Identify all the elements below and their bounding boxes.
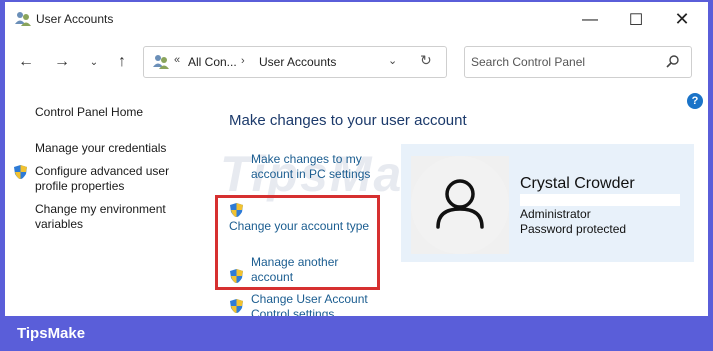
avatar: [411, 156, 509, 254]
window-title: User Accounts: [36, 12, 114, 26]
user-card: Crystal Crowder Administrator Password p…: [401, 144, 694, 262]
search-box[interactable]: Search Control Panel: [464, 46, 692, 78]
title-bar: User Accounts — ☐ ✕: [5, 2, 708, 37]
manage-credentials-link[interactable]: Manage your credentials: [35, 141, 166, 156]
user-name: Crystal Crowder: [520, 175, 635, 192]
highlight-annotation: [215, 195, 380, 290]
navigation-bar: ← → ⌄ ↑ « All Con... › User Accounts ⌄ ↻…: [5, 37, 708, 87]
address-dropdown-icon[interactable]: ⌄: [388, 54, 397, 67]
uac-settings-link[interactable]: Change User Account Control settings: [251, 292, 381, 316]
maximize-button[interactable]: ☐: [613, 2, 659, 37]
user-status: Password protected: [520, 222, 627, 236]
page-title: Make changes to your user account: [229, 112, 467, 129]
search-input[interactable]: Search Control Panel: [471, 55, 585, 69]
breadcrumb-user-accounts[interactable]: User Accounts: [259, 55, 336, 69]
forward-button[interactable]: →: [49, 51, 75, 73]
help-icon[interactable]: ?: [687, 93, 703, 109]
minimize-button[interactable]: —: [567, 2, 613, 37]
control-panel-window: User Accounts — ☐ ✕ ← → ⌄ ↑ « All Con...…: [5, 2, 708, 316]
refresh-icon[interactable]: ↻: [420, 52, 432, 69]
uac-shield-icon: [230, 299, 243, 313]
search-icon[interactable]: [665, 54, 681, 70]
breadcrumb-separator-icon[interactable]: ›: [241, 55, 245, 67]
uac-shield-icon: [14, 165, 27, 179]
pc-settings-link[interactable]: Make changes to my account in PC setting…: [251, 152, 381, 182]
footer-banner: TipsMake: [0, 316, 713, 351]
up-button[interactable]: ↑: [109, 51, 135, 73]
user-accounts-icon: [15, 12, 31, 26]
footer-brand: TipsMake: [17, 325, 86, 342]
change-environment-variables-link[interactable]: Change my environment variables: [35, 202, 185, 232]
overflow-chevron-icon[interactable]: «: [174, 54, 180, 66]
user-silhouette-icon: [411, 156, 509, 254]
address-bar[interactable]: « All Con... › User Accounts ⌄ ↻: [143, 46, 447, 78]
name-underline: [520, 194, 680, 206]
breadcrumb-all-control-panel[interactable]: All Con...: [188, 55, 237, 69]
recent-locations-button[interactable]: ⌄: [81, 51, 107, 73]
control-panel-home-link[interactable]: Control Panel Home: [35, 105, 143, 120]
back-button[interactable]: ←: [13, 51, 39, 73]
close-button[interactable]: ✕: [659, 2, 705, 37]
user-accounts-icon: [153, 55, 169, 69]
configure-profile-properties-link[interactable]: Configure advanced user profile properti…: [35, 164, 185, 194]
user-role: Administrator: [520, 207, 591, 221]
